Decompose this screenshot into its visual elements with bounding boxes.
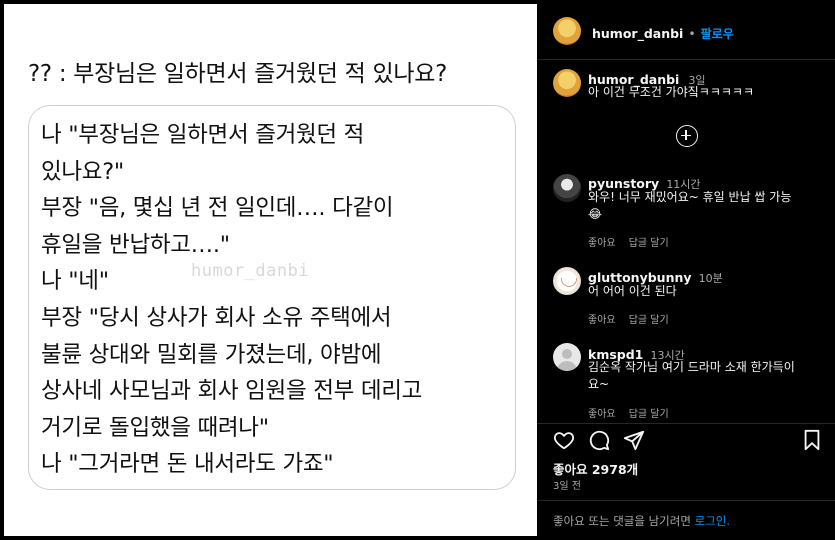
quote-line: 상사네 사모님과 회사 임원을 전부 데리고 (41, 378, 423, 405)
quote-line: 있나요?" (41, 158, 124, 185)
comment-text: 와우! 너무 재밌어요~ 휴일 반납 쌉 가능 (588, 190, 792, 204)
quote-line: 불륜 상대와 밀회를 가졌는데, 야밤에 (41, 341, 382, 368)
plus-circle-icon[interactable] (676, 125, 698, 147)
reply-button[interactable]: 답글 달기 (629, 238, 669, 249)
quote-line: 휴일을 반납하고…." (41, 231, 230, 258)
author-username[interactable]: humor_danbi (592, 26, 683, 41)
quote-line: 나 "그거라면 돈 내서라도 가죠" (41, 451, 334, 478)
login-link[interactable]: 로그인. (695, 514, 730, 528)
reply-button[interactable]: 답글 달기 (629, 409, 669, 420)
comment-actions: 좋아요 답글 달기 (588, 308, 669, 327)
image-question-text: ?? : 부장님은 일하면서 즐거웠던 적 있나요? (28, 61, 447, 87)
comment-text: 김순옥 작가님 여기 드라마 소재 한가득이 (588, 360, 795, 374)
reply-button[interactable]: 답글 달기 (629, 315, 669, 326)
comment-icon[interactable] (588, 429, 610, 451)
quote-line: 부장 "당시 상사가 회사 소유 주택에서 (41, 304, 392, 331)
comment-avatar[interactable] (553, 343, 581, 371)
comment-emoji: 😂 (588, 207, 603, 221)
image-quote-lines: 나 "부장님은 일하면서 즐거웠던 적 있나요?" 부장 "음, 몇십 년 전 … (41, 117, 521, 483)
post-header: humor_danbi • 팔로우 (537, 0, 835, 60)
like-comment-button[interactable]: 좋아요 (588, 238, 616, 249)
header-user-row: humor_danbi • 팔로우 (592, 23, 734, 42)
likes-count[interactable]: 좋아요 2978개 (553, 459, 638, 478)
login-prompt-text: 좋아요 또는 댓글을 남기려면 (553, 514, 691, 528)
comment-time[interactable]: 10분 (699, 272, 723, 285)
comment-avatar[interactable] (553, 267, 581, 295)
post-image: ?? : 부장님은 일하면서 즐거웠던 적 있나요? 나 "부장님은 일하면서 … (4, 4, 537, 536)
bookmark-icon[interactable] (802, 429, 822, 451)
author-avatar[interactable] (553, 17, 581, 45)
post-sidebar: humor_danbi • 팔로우 humor_danbi 3일 아 이건 무조… (537, 0, 835, 540)
caption-text: 아 이건 무조건 가야짘ㅋㅋㅋㅋㅋ (588, 85, 755, 99)
quote-line: 나 "부장님은 일하면서 즐거웠던 적 (41, 122, 365, 148)
share-icon[interactable] (623, 429, 645, 451)
follow-button[interactable]: 팔로우 (701, 27, 734, 41)
comment-avatar[interactable] (553, 174, 581, 202)
caption-avatar[interactable] (553, 69, 581, 97)
login-prompt: 좋아요 또는 댓글을 남기려면 로그인. (553, 513, 730, 529)
like-comment-button[interactable]: 좋아요 (588, 315, 616, 326)
posted-time[interactable]: 3일 전 (553, 477, 581, 492)
divider (537, 500, 835, 501)
image-watermark: humor_danbi (191, 261, 310, 281)
divider (537, 423, 835, 424)
quote-line: 거기로 돌입했을 때려나" (41, 414, 269, 441)
quote-line: 부장 "음, 몇십 년 전 일인데…. 다같이 (41, 195, 394, 222)
comment-actions: 좋아요 답글 달기 (588, 402, 669, 421)
comment-text-continued: 요~ (588, 377, 610, 391)
heart-icon[interactable] (553, 429, 575, 451)
separator-dot: • (688, 27, 696, 41)
like-comment-button[interactable]: 좋아요 (588, 409, 616, 420)
comment-actions: 좋아요 답글 달기 (588, 231, 669, 250)
comment-text: 어 어어 이건 된다 (588, 284, 677, 298)
